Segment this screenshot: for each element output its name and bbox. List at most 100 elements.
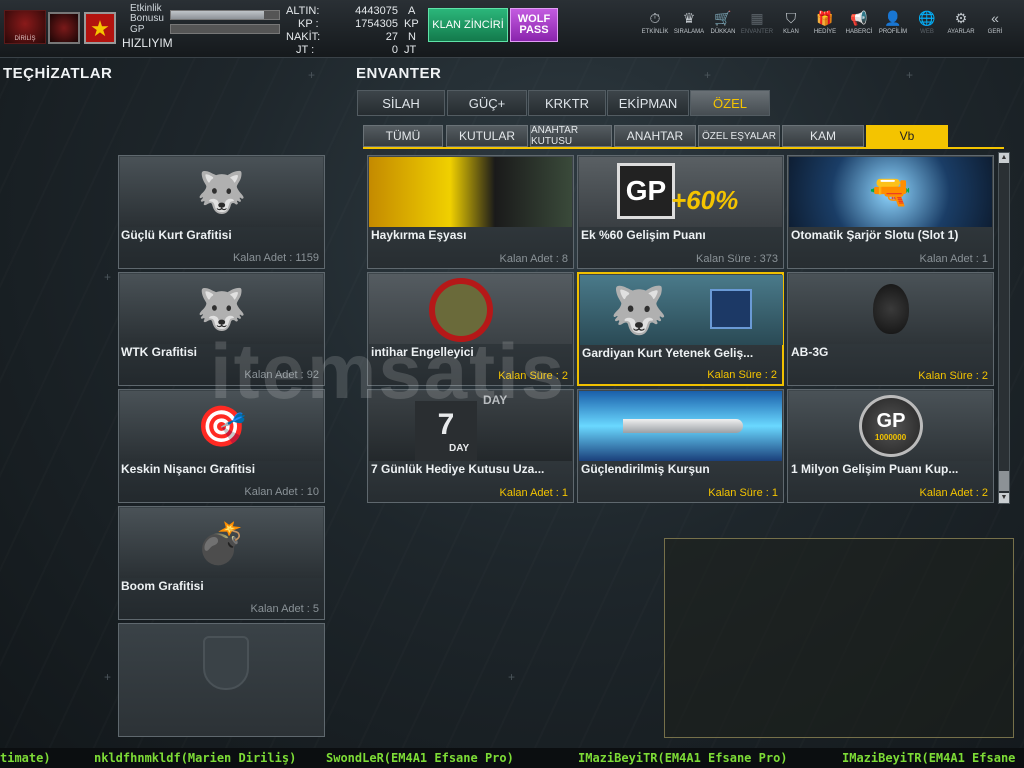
bonus-percent-text: +60%: [671, 185, 739, 215]
subtab-0[interactable]: TÜMÜ: [363, 125, 443, 147]
scroll-thumb[interactable]: [999, 471, 1009, 491]
item-name: 1 Milyon Gelişim Puanı Kup...: [791, 462, 959, 476]
gold-value: 4443075: [355, 5, 398, 17]
item-remaining: Kalan Süre : 2: [707, 369, 777, 381]
item-remaining: Kalan Adet : 10: [244, 486, 319, 498]
jt-value: 0: [391, 44, 398, 56]
inventory-scrollbar[interactable]: ▲ ▼: [998, 152, 1010, 504]
chat-ticker: timate) nkldfhnmkldf(Marien Diriliş) Swo…: [0, 748, 1024, 768]
nav-siralama-button[interactable]: ♛ SIRALAMA: [672, 8, 706, 48]
gp-label: GP: [130, 24, 145, 35]
nav-profilim-button[interactable]: 👤 PROFİLİM: [876, 8, 910, 48]
item-thumbnail: 🐺: [120, 157, 323, 227]
grenade-icon: [873, 284, 909, 334]
wolf-guard-icon: 🐺: [610, 284, 668, 336]
empty-slot[interactable]: [118, 623, 325, 737]
nav-dkkan-button[interactable]: 🛒 DÜKKAN: [706, 8, 740, 48]
inventory-item[interactable]: 🔫 Otomatik Şarjör Slotu (Slot 1) Kalan Ade…: [787, 155, 994, 269]
nav-web-button[interactable]: 🌐 WEB: [910, 8, 944, 48]
nav-label: DÜKKAN: [710, 29, 736, 35]
stopwatch-icon: ⏱: [649, 10, 661, 26]
nav-envanter-button[interactable]: ▦ ENVANTER: [740, 8, 774, 48]
kp-label: KP :: [298, 18, 319, 30]
subtab-3[interactable]: ANAHTAR: [614, 125, 696, 147]
tab-2[interactable]: KRKTR: [528, 90, 606, 116]
item-name: Güçlendirilmiş Kurşun: [581, 462, 710, 476]
inventory-item[interactable]: GP 1000000 1 Milyon Gelişim Puanı Kup... Ka…: [787, 389, 994, 503]
tab-3[interactable]: EKİPMAN: [607, 90, 689, 116]
inventory-item[interactable]: AB-3G Kalan Süre : 2: [787, 272, 994, 386]
nav-label: ENVANTER: [740, 29, 774, 35]
inventory-item[interactable]: 🐺 Gardiyan Kurt Yetenek Geliş... Kalan Sür…: [577, 272, 784, 386]
tab-4[interactable]: ÖZEL: [690, 90, 770, 116]
item-thumbnail: [369, 157, 572, 227]
bullet-icon: [623, 419, 743, 433]
item-info-panel: [664, 538, 1014, 738]
cash-value: 27: [385, 31, 398, 43]
inventory-item[interactable]: Haykırma Eşyası Kalan Adet : 8: [367, 155, 574, 269]
gp-badge-icon: GP: [617, 163, 675, 219]
nav-klan-button[interactable]: ⛉ KLAN: [774, 8, 808, 48]
tab-0[interactable]: SİLAH: [357, 90, 445, 116]
inventory-item[interactable]: GP +60% Ek %60 Gelişim Puanı Kalan Süre : 3…: [577, 155, 784, 269]
gp-million-label: 1000000: [875, 433, 907, 442]
shield-icon: ⛉: [785, 10, 797, 26]
gold-unit: A: [408, 5, 416, 17]
nav-geri-button[interactable]: « GERİ: [978, 8, 1012, 48]
subtab-4[interactable]: ÖZEL EŞYALAR: [698, 125, 780, 147]
cash-unit: N: [408, 31, 416, 43]
wolf-pass-button[interactable]: WOLF PASS: [510, 8, 558, 42]
nav-hediye-button[interactable]: 🎁 HEDİYE: [808, 8, 842, 48]
gold-label: ALTIN:: [286, 5, 320, 17]
item-remaining: Kalan Süre : 2: [918, 370, 988, 382]
nav-label: GERİ: [987, 29, 1003, 35]
tab-1[interactable]: GÜÇ+: [447, 90, 527, 116]
item-remaining: Kalan Adet : 1: [499, 487, 569, 499]
nav-ayarlar-button[interactable]: ⚙ AYARLAR: [944, 8, 978, 48]
profile-icon: 👤: [884, 10, 902, 26]
item-name: Gardiyan Kurt Yetenek Geliş...: [582, 346, 754, 360]
gp-bar: [170, 24, 280, 34]
day-label: DAY: [449, 443, 470, 454]
klan-zinciri-button[interactable]: KLAN ZİNCİRİ: [428, 8, 508, 42]
scroll-down-icon[interactable]: ▼: [999, 493, 1009, 503]
subtab-1[interactable]: KUTULAR: [446, 125, 528, 147]
ticker-entry: IMaziBeyiTR(EM4A1 Efsane: [842, 751, 1016, 765]
item-thumbnail: 7 DAY DAY: [369, 391, 572, 461]
clan-badge[interactable]: [48, 12, 80, 44]
subtab-6[interactable]: Vb: [866, 125, 948, 147]
decor-plus: +: [704, 68, 712, 82]
item-remaining: Kalan Adet : 5: [250, 603, 320, 615]
item-thumbnail: [579, 391, 782, 461]
nav-etkinlik-button[interactable]: ⏱ ETKİNLİK: [638, 8, 672, 48]
subtab-2[interactable]: ANAHTAR KUTUSU: [530, 125, 612, 147]
event-bonus-bar: [170, 10, 280, 20]
subtab-5[interactable]: KAM: [782, 125, 864, 147]
nav-label: ETKİNLİK: [641, 29, 669, 35]
equipment-card[interactable]: 🎯 Keskin Nişancı Grafitisi Kalan Adet : 10: [118, 389, 325, 503]
scroll-up-icon[interactable]: ▲: [999, 153, 1009, 163]
nav-haberci-button[interactable]: 📢 HABERCİ: [842, 8, 876, 48]
subtab-underline: [363, 147, 1004, 149]
decor-plus: +: [906, 68, 914, 82]
jt-label: JT :: [296, 44, 315, 56]
item-thumbnail: 💣: [120, 508, 323, 578]
gear-icon: ⚙: [954, 10, 968, 26]
kp-unit: KP: [404, 18, 419, 30]
equipment-card[interactable]: 🐺 WTK Grafitisi Kalan Adet : 92: [118, 272, 325, 386]
nav-label: HEDİYE: [813, 29, 837, 35]
inventory-item[interactable]: Güçlendirilmiş Kurşun Kalan Süre : 1: [577, 389, 784, 503]
equipment-card[interactable]: 🐺 Güçlü Kurt Grafitisi Kalan Adet : 1159: [118, 155, 325, 269]
item-name: 7 Günlük Hediye Kutusu Uza...: [371, 462, 545, 476]
inventory-item[interactable]: 7 DAY DAY 7 Günlük Hediye Kutusu Uza... Kala…: [367, 389, 574, 503]
globe-icon: 🌐: [918, 10, 936, 26]
item-name: Otomatik Şarjör Slotu (Slot 1): [791, 228, 959, 242]
cash-label: NAKİT:: [286, 31, 321, 43]
item-thumbnail: 🐺: [120, 274, 323, 344]
inventory-item[interactable]: intihar Engelleyici Kalan Süre : 2: [367, 272, 574, 386]
graffiti-icon: 💣: [196, 521, 247, 566]
decor-plus: +: [104, 270, 112, 284]
day-label: DAY: [483, 393, 508, 407]
equipment-card[interactable]: 💣 Boom Grafitisi Kalan Adet : 5: [118, 506, 325, 620]
equipment-title: TEÇHİZATLAR: [3, 65, 113, 82]
